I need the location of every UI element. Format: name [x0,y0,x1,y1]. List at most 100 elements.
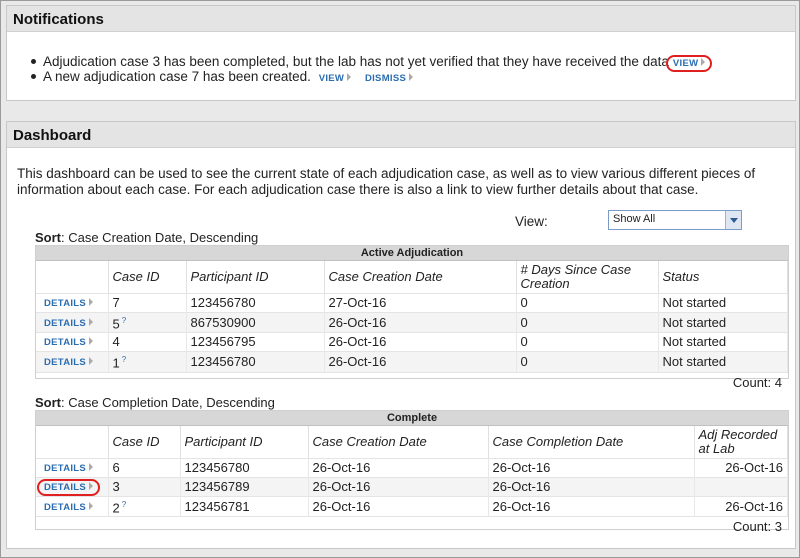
column-header: Case ID [108,426,181,459]
view-select[interactable]: Show All [608,210,742,230]
case-id-cell: 7 [108,293,187,313]
table-cell: 26-Oct-16 [488,477,695,497]
notification-item: Adjudication case 3 has been completed, … [31,54,706,69]
complete-grid: Complete Case ID Participant ID Case Cre… [35,410,789,534]
view-label: View: [515,214,548,229]
details-link[interactable]: DETAILS [44,356,94,368]
case-id-cell: 1? [108,351,187,372]
page-frame: Notifications Adjudication case 3 has be… [0,0,800,558]
table-cell: 26-Oct-16 [488,458,695,478]
column-header: Participant ID [180,426,309,459]
details-link[interactable]: DETAILS [44,298,94,309]
chevron-right-icon [89,501,94,510]
dashboard-title: Dashboard [7,122,795,148]
column-header: Status [658,261,788,294]
case-id-cell: 6 [108,458,181,478]
chevron-right-icon [701,58,706,66]
notifications-panel: Notifications Adjudication case 3 has be… [6,5,796,101]
table-row: DETAILS 6 123456780 26-Oct-16 26-Oct-16 26-Oc… [36,458,788,478]
table-cell: 867530900 [186,311,325,333]
details-cell: DETAILS [36,332,109,352]
table-cell: 26-Oct-16 [308,458,489,478]
column-header: Case Creation Date [324,261,517,294]
complete-sort: Sort: Case Completion Date, Descending [35,395,275,410]
details-link[interactable]: DETAILS [44,317,94,329]
column-header: Adj Recorded at Lab [694,426,788,459]
table-row: DETAILS 7 123456780 27-Oct-16 0 Not started [36,293,788,313]
table-cell: 27-Oct-16 [324,293,517,313]
details-cell: DETAILS [36,311,109,333]
table-cell: 26-Oct-16 [308,477,489,497]
table-row: DETAILS 2? 123456781 26-Oct-16 26-Oct-16 26-O… [36,496,788,517]
chevron-right-icon [89,463,94,471]
help-icon[interactable]: ? [122,500,126,509]
column-header: Case ID [108,261,187,294]
details-link[interactable]: DETAILS [44,463,94,474]
table-cell: 123456795 [186,332,325,352]
notification-text: A new adjudication case 7 has been creat… [43,69,311,84]
table-cell: 0 [516,293,659,313]
table-cell: 0 [516,332,659,352]
help-icon[interactable]: ? [122,316,126,325]
active-sort: Sort: Case Creation Date, Descending [35,230,259,245]
chevron-right-icon [89,298,94,306]
notification-text: Adjudication case 3 has been completed, … [43,54,669,69]
details-link[interactable]: DETAILS [44,482,94,493]
row-count: Count: 4 [36,371,788,392]
table-cell: 26-Oct-16 [308,496,489,517]
details-column-header [36,261,109,294]
table-cell: 26-Oct-16 [694,496,788,517]
chevron-right-icon [89,317,94,326]
table-cell: 26-Oct-16 [694,458,788,478]
details-cell: DETAILS [36,458,109,478]
details-link[interactable]: DETAILS [44,337,94,348]
dismiss-link[interactable]: DISMISS [365,73,414,84]
table-cell: Not started [658,311,788,333]
details-cell: DETAILS [36,477,109,497]
table-cell: 26-Oct-16 [324,311,517,333]
table-cell: Not started [658,351,788,372]
table-cell: 123456780 [186,293,325,313]
table-row: DETAILS 4 123456795 26-Oct-16 0 Not started [36,332,788,352]
chevron-right-icon [89,356,94,365]
notifications-title: Notifications [7,6,795,32]
details-cell: DETAILS [36,293,109,313]
details-cell: DETAILS [36,496,109,517]
case-id-cell: 5? [108,311,187,333]
column-header: Participant ID [186,261,325,294]
column-header: # Days Since Case Creation [516,261,659,294]
details-link[interactable]: DETAILS [44,501,94,513]
view-link[interactable]: VIEW [673,58,706,69]
help-icon[interactable]: ? [122,355,126,364]
view-select-value: Show All [613,213,656,225]
table-row: DETAILS 3 123456789 26-Oct-16 26-Oct-16 [36,477,788,497]
table-cell [694,477,788,497]
grid-caption: Active Adjudication [36,246,788,261]
grid-caption: Complete [36,411,788,426]
column-header: Case Completion Date [488,426,695,459]
dropdown-arrow-icon[interactable] [725,211,741,229]
table-cell: Not started [658,293,788,313]
dashboard-panel: Dashboard This dashboard can be used to … [6,121,796,549]
details-column-header [36,426,109,459]
case-id-cell: 4 [108,332,187,352]
notification-list: Adjudication case 3 has been completed, … [31,54,706,84]
table-cell: 26-Oct-16 [488,496,695,517]
table-cell: 123456789 [180,477,309,497]
active-adjudication-grid: Active Adjudication Case ID Participant … [35,245,789,390]
table-cell: 0 [516,351,659,372]
table-cell: 123456781 [180,496,309,517]
chevron-right-icon [89,482,94,490]
table-row: DETAILS 1? 123456780 26-Oct-16 0 Not started [36,351,788,372]
case-id-cell: 2? [108,496,181,517]
table-row: DETAILS 5? 867530900 26-Oct-16 0 Not started [36,311,788,333]
table-cell: Not started [658,332,788,352]
row-count: Count: 3 [36,516,788,536]
view-link[interactable]: VIEW [319,73,352,84]
notification-item: A new adjudication case 7 has been creat… [31,69,705,84]
table-cell: 26-Oct-16 [324,351,517,372]
case-id-cell: 3 [108,477,181,497]
chevron-right-icon [89,337,94,346]
table-cell: 123456780 [186,351,325,372]
table-cell: 123456780 [180,458,309,478]
